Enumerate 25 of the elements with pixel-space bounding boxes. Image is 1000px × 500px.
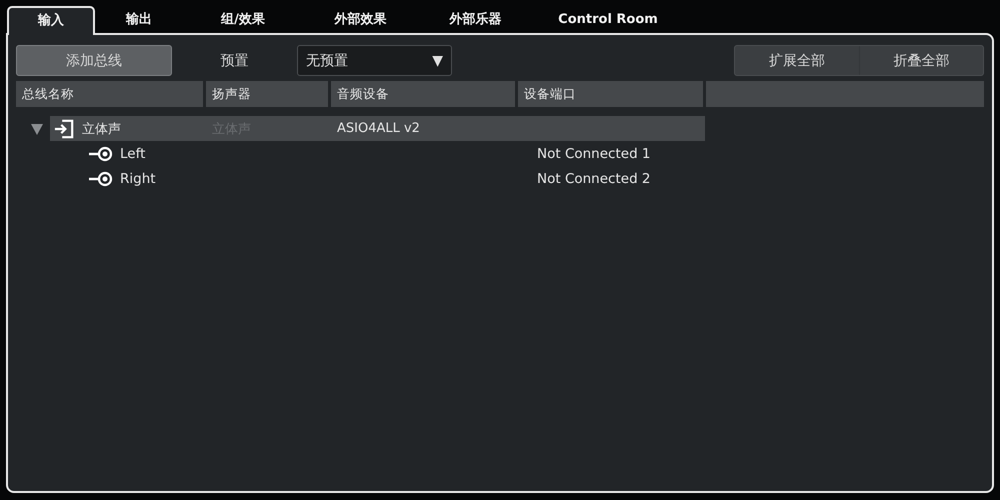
expand-all-button[interactable]: 扩展全部 [735,46,859,75]
tab[interactable]: 输入 [7,6,95,35]
tab[interactable]: 组/效果 [183,6,303,33]
column-header[interactable]: 扬声器 [206,81,328,107]
preset-dropdown[interactable]: 无预置 ▼ [297,45,452,76]
column-header[interactable]: 设备端口 [518,81,703,107]
tab[interactable]: 外部效果 [303,6,418,33]
channel-icon [89,170,113,186]
device-port: Not Connected 1 [537,146,651,162]
tab[interactable]: Control Room [533,6,683,33]
collapse-all-button[interactable]: 折叠全部 [859,46,983,75]
channel-icon [89,146,113,162]
preset-label: 预置 [220,52,250,70]
input-icon [54,118,74,138]
column-header[interactable]: 音频设备 [331,81,515,107]
tab[interactable]: 外部乐器 [418,6,533,33]
channel-name: Right [120,170,157,186]
channel-name: Left [120,146,146,162]
device-port: Not Connected 2 [537,170,651,186]
audio-device: ASIO4ALL v2 [337,121,421,136]
add-bus-button[interactable]: 添加总线 [16,45,172,76]
bus-name: 立体声 [82,120,122,138]
collapse-triangle-icon[interactable] [30,122,44,136]
tab[interactable]: 输出 [95,6,183,33]
column-header[interactable]: 总线名称 [16,81,203,107]
